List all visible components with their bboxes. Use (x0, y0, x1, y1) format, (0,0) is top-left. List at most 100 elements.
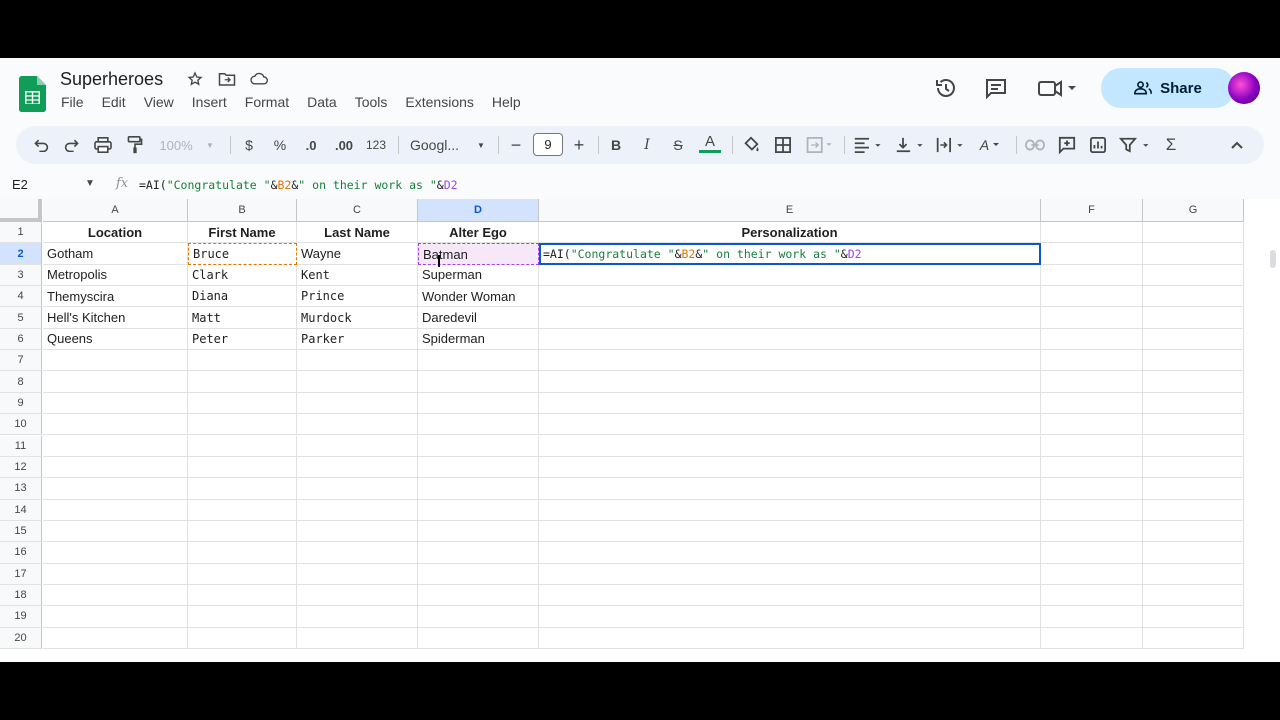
row-header-14[interactable]: 14 (0, 499, 42, 521)
cell-c11[interactable] (297, 435, 418, 457)
cell-c16[interactable] (297, 542, 418, 564)
column-header-a[interactable]: A (43, 199, 188, 222)
text-wrapping-icon[interactable] (934, 133, 968, 157)
cell-g16[interactable] (1143, 542, 1244, 564)
menu-extensions[interactable]: Extensions (396, 94, 482, 110)
row-header-13[interactable]: 13 (0, 478, 42, 500)
menu-insert[interactable]: Insert (183, 94, 236, 110)
share-button[interactable]: Share (1101, 68, 1235, 108)
italic-button[interactable]: I (637, 133, 657, 157)
cell-b2[interactable]: Bruce (188, 243, 297, 265)
cell-d18[interactable] (418, 584, 539, 607)
row-header-7[interactable]: 7 (0, 350, 42, 372)
cell-e18[interactable] (539, 584, 1041, 607)
row-header-5[interactable]: 5 (0, 307, 42, 329)
menu-file[interactable]: File (52, 94, 93, 110)
cell-d4[interactable]: Wonder Woman (418, 286, 539, 308)
name-box[interactable]: E2 (12, 177, 28, 192)
strikethrough-button[interactable]: S (668, 133, 688, 157)
cell-f10[interactable] (1041, 414, 1143, 436)
cell-b9[interactable] (188, 392, 297, 415)
cell-a17[interactable] (43, 563, 188, 585)
redo-icon[interactable] (61, 133, 83, 157)
cell-d8[interactable] (418, 371, 539, 393)
cell-g3[interactable] (1143, 264, 1244, 287)
decrease-decimal-button[interactable]: .0 (300, 133, 322, 157)
cell-f7[interactable] (1041, 350, 1143, 372)
cell-d14[interactable] (418, 499, 539, 521)
column-header-f[interactable]: F (1041, 199, 1143, 222)
row-header-12[interactable]: 12 (0, 456, 42, 479)
cell-c18[interactable] (297, 584, 418, 607)
cell-f9[interactable] (1041, 392, 1143, 415)
cell-e5[interactable] (539, 307, 1041, 329)
document-title[interactable]: Superheroes (60, 69, 163, 90)
cell-a2[interactable]: Gotham (43, 243, 188, 265)
cell-f3[interactable] (1041, 264, 1143, 287)
row-header-3[interactable]: 3 (0, 264, 42, 287)
row-header-9[interactable]: 9 (0, 392, 42, 415)
row-header-16[interactable]: 16 (0, 542, 42, 564)
cell-a15[interactable] (43, 520, 188, 543)
more-formats-button[interactable]: 123 (364, 133, 388, 157)
cell-f14[interactable] (1041, 499, 1143, 521)
cell-c14[interactable] (297, 499, 418, 521)
horizontal-align-icon[interactable] (852, 133, 886, 157)
header-cell-c[interactable]: Last Name (297, 222, 418, 244)
cell-b5[interactable]: Matt (188, 307, 297, 329)
cell-d16[interactable] (418, 542, 539, 564)
cell-f12[interactable] (1041, 456, 1143, 479)
menu-format[interactable]: Format (236, 94, 298, 110)
print-icon[interactable] (92, 133, 114, 157)
cell-e7[interactable] (539, 350, 1041, 372)
cell-f16[interactable] (1041, 542, 1143, 564)
text-rotation-button[interactable]: A (974, 133, 1008, 157)
cell-a8[interactable] (43, 371, 188, 393)
row-header-20[interactable]: 20 (0, 627, 42, 649)
cell-d15[interactable] (418, 520, 539, 543)
menu-tools[interactable]: Tools (346, 94, 397, 110)
cell-g11[interactable] (1143, 435, 1244, 457)
row-header-6[interactable]: 6 (0, 328, 42, 351)
cell-b14[interactable] (188, 499, 297, 521)
cell-c2[interactable]: Wayne (297, 243, 418, 265)
cell-e9[interactable] (539, 392, 1041, 415)
vertical-scrollbar[interactable] (1266, 222, 1280, 662)
cell-a11[interactable] (43, 435, 188, 457)
cell-e15[interactable] (539, 520, 1041, 543)
percent-format-button[interactable]: % (270, 133, 290, 157)
cell-c5[interactable]: Murdock (297, 307, 418, 329)
row-header-10[interactable]: 10 (0, 414, 42, 436)
active-cell-editor[interactable]: =AI("Congratulate " & B2 & " on their work a… (539, 243, 1041, 265)
cell-c20[interactable] (297, 627, 418, 649)
column-header-g[interactable]: G (1143, 199, 1244, 222)
cell-b3[interactable]: Clark (188, 264, 297, 287)
cell-a14[interactable] (43, 499, 188, 521)
cell-f19[interactable] (1041, 606, 1143, 628)
cell-e14[interactable] (539, 499, 1041, 521)
menu-edit[interactable]: Edit (93, 94, 135, 110)
cell-b6[interactable]: Peter (188, 328, 297, 351)
cell-a3[interactable]: Metropolis (43, 264, 188, 287)
cell-b18[interactable] (188, 584, 297, 607)
currency-format-button[interactable]: $ (239, 133, 259, 157)
cell-g10[interactable] (1143, 414, 1244, 436)
cloud-saved-icon[interactable] (250, 70, 268, 88)
cell-g20[interactable] (1143, 627, 1244, 649)
cell-a7[interactable] (43, 350, 188, 372)
insert-comment-icon[interactable] (1056, 133, 1078, 157)
cell-f18[interactable] (1041, 584, 1143, 607)
cell-g6[interactable] (1143, 328, 1244, 351)
cell-g9[interactable] (1143, 392, 1244, 415)
cell-c17[interactable] (297, 563, 418, 585)
fill-color-icon[interactable] (740, 133, 762, 157)
header-cell-a[interactable]: Location (43, 222, 188, 244)
text-color-button[interactable]: A (699, 133, 721, 153)
cell-f1[interactable] (1041, 222, 1143, 244)
cell-b4[interactable]: Diana (188, 286, 297, 308)
functions-button[interactable]: Σ (1160, 133, 1182, 157)
insert-link-icon[interactable] (1024, 133, 1046, 157)
cell-e13[interactable] (539, 478, 1041, 500)
zoom-dropdown-icon[interactable]: ▼ (204, 133, 216, 157)
column-header-b[interactable]: B (188, 199, 297, 222)
